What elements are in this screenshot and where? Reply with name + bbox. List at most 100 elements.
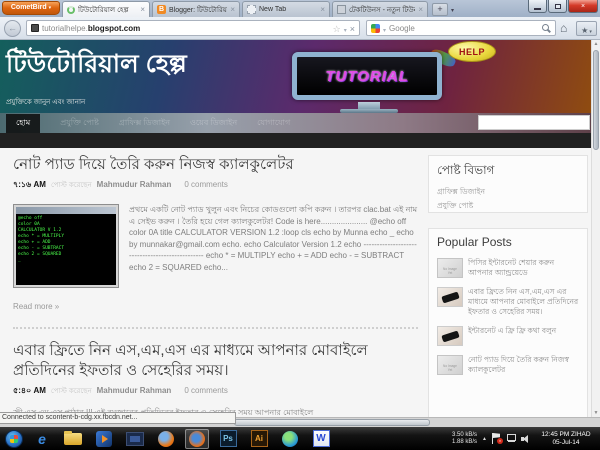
post-title[interactable]: এবার ফ্রিতে নিন এস,এম,এস এর মাধ্যমে আপনা… — [13, 341, 418, 381]
blog-search-input[interactable] — [478, 115, 590, 130]
post-author[interactable]: Mahmudur Rahman — [97, 386, 172, 395]
tab-new-tab[interactable]: New Tab — [242, 1, 330, 17]
tab-title: টিউটোরিয়াল হেল্প — [78, 6, 129, 14]
post-comments-link[interactable]: 0 comments — [184, 180, 228, 189]
nav-item-4[interactable]: যোগাযোগ — [257, 117, 290, 130]
popular-post-item[interactable]: এবার ফ্রিতে নিন এস,এম,এস এর মাধ্যমে আপনা… — [437, 287, 579, 317]
post-time: ৫:৪০ AM — [13, 386, 46, 395]
window-controls: × — [527, 0, 598, 13]
category-link[interactable]: প্রযুক্তি পোষ্ট — [437, 201, 579, 210]
close-button[interactable]: × — [568, 0, 598, 13]
taskbar-file-explorer[interactable] — [61, 429, 85, 449]
posted-by-label: পোস্ট করেছেন — [50, 388, 92, 395]
post-title[interactable]: নোট প্যাড দিয়ে তৈরি করুন নিজস্ব ক্যালকু… — [13, 155, 418, 175]
tab-tutorial-help[interactable]: টিউটোরিয়াল হেল্প — [62, 1, 150, 17]
cometbird-icon — [189, 430, 205, 447]
popular-post-item[interactable]: ইন্টারনেট এ ফ্রি ফ্রি কথা বলুন — [437, 326, 579, 346]
nav-item-3[interactable]: ওয়েব ডিজাইন — [190, 117, 237, 130]
clock-date: 05-Jul-14 — [552, 438, 580, 446]
taskbar-globe-app[interactable] — [278, 429, 302, 449]
stop-icon[interactable] — [350, 19, 355, 37]
blank-page-icon — [247, 5, 256, 14]
site-favicon — [31, 24, 39, 32]
back-button[interactable] — [4, 20, 21, 37]
vertical-scrollbar[interactable] — [591, 40, 600, 418]
tab-close-icon[interactable] — [418, 5, 423, 14]
popular-post-link[interactable]: পিসির ইন্টারনেট শেয়ার করুন আপনার অ্যান্… — [468, 258, 579, 278]
popular-post-item[interactable]: No Image Yet নোট প্যাড দিয়ে তৈরি করুন ন… — [437, 355, 579, 375]
url-text: tutorialhelpe.blogspot.com — [42, 24, 140, 33]
taskbar-firefox[interactable] — [154, 429, 178, 449]
taskbar-media-center[interactable] — [123, 429, 147, 449]
categories-title: পোষ্ট বিভাগ — [437, 163, 495, 177]
popular-post-link[interactable]: এবার ফ্রিতে নিন এস,এম,এস এর মাধ্যমে আপনা… — [468, 287, 579, 317]
page-viewport: টিউটোরিয়াল হেল্প প্রযুক্তিকে জানুন এবং … — [0, 40, 600, 418]
minimize-icon — [534, 7, 541, 10]
chevron-down-icon[interactable] — [344, 19, 347, 37]
taskbar-cometbird-active[interactable] — [185, 428, 209, 449]
folder-icon — [64, 430, 82, 445]
blog-title[interactable]: টিউটোরিয়াল হেল্প — [6, 44, 187, 87]
search-input[interactable]: Google — [366, 20, 556, 36]
start-button[interactable] — [5, 429, 23, 448]
tab-close-icon[interactable] — [320, 5, 325, 14]
minimize-button[interactable] — [528, 0, 547, 13]
blog-menubar: হোম প্রযুক্তি পোষ্ট গ্রাফিক্স ডিজাইন ওয়… — [0, 113, 591, 133]
cometbird-menu-button[interactable]: CometBird ▾ — [2, 1, 60, 15]
taskbar-word[interactable] — [309, 429, 333, 449]
taskbar-media-player[interactable] — [92, 429, 116, 449]
posted-by-label: পোস্ট করেছেন — [50, 182, 92, 189]
action-center-flag-icon[interactable] — [492, 433, 503, 444]
phone-icon — [441, 330, 460, 343]
home-button[interactable] — [560, 21, 567, 35]
url-prefix: tutorialhelpe. — [42, 23, 88, 33]
category-link[interactable]: গ্রাফিক্স ডিজাইন — [437, 187, 579, 196]
nav-item-home[interactable]: হোম — [6, 113, 41, 133]
taskbar-internet-explorer[interactable] — [30, 429, 54, 449]
taskbar-photoshop[interactable] — [216, 429, 240, 449]
network-icon[interactable] — [506, 434, 516, 443]
internet-explorer-icon — [38, 431, 46, 447]
tab-list-chevron-icon[interactable] — [451, 7, 454, 14]
cmd-line: _ — [18, 258, 21, 263]
photoshop-icon — [219, 430, 237, 447]
nav-item-1[interactable]: প্রযুক্তি পোষ্ট — [60, 117, 99, 130]
popular-post-link[interactable]: ইন্টারনেট এ ফ্রি ফ্রি কথা বলুন — [468, 326, 556, 346]
bookmark-star-icon[interactable] — [333, 19, 341, 37]
tab-blogger[interactable]: Blogger: টিউটোরিয়া... — [152, 1, 240, 17]
bookmarks-button[interactable] — [576, 21, 597, 36]
post-author[interactable]: Mahmudur Rahman — [97, 180, 172, 189]
popular-posts-title: Popular Posts — [437, 235, 512, 249]
taskbar-clock[interactable]: 12:45 PM ZIHAD 05-Jul-14 — [535, 431, 597, 447]
read-more-link[interactable]: Read more » — [13, 302, 418, 311]
address-bar[interactable]: tutorialhelpe.blogspot.com — [26, 20, 360, 36]
search-icon[interactable] — [542, 23, 551, 33]
new-tab-button[interactable]: + — [432, 3, 448, 16]
restore-icon — [554, 3, 561, 9]
globe-icon — [282, 430, 298, 447]
phone-thumbnail — [437, 326, 463, 346]
post-thumbnail-cmd-window[interactable]: @echo off color 0A CALCULATOR V 1.2 echo… — [13, 204, 119, 288]
scroll-up-arrow-icon[interactable] — [592, 40, 600, 49]
tab-close-icon[interactable] — [230, 5, 235, 14]
horizontal-scrollbar-thumb[interactable] — [234, 419, 430, 426]
status-bar: Connected to scontent-b-cdg.xx.fbcdn.net… — [0, 412, 236, 424]
google-logo-icon[interactable] — [371, 23, 380, 33]
taskbar-illustrator[interactable] — [247, 429, 271, 449]
nav-item-2[interactable]: গ্রাফিক্স ডিজাইন — [119, 117, 170, 130]
restore-button[interactable] — [548, 0, 567, 13]
popular-post-item[interactable]: No Image Yet পিসির ইন্টারনেট শেয়ার করুন… — [437, 258, 579, 278]
tab-close-icon[interactable] — [140, 5, 145, 14]
blog-header: টিউটোরিয়াল হেল্প প্রযুক্তিকে জানুন এবং … — [0, 40, 591, 113]
post-comments-link[interactable]: 0 comments — [184, 386, 228, 395]
upload-speed: 3.50 kB/s — [452, 431, 478, 438]
vertical-scrollbar-thumb[interactable] — [593, 50, 599, 150]
posts-column: নোট প্যাড দিয়ে তৈরি করুন নিজস্ব ক্যালকু… — [13, 155, 418, 418]
tray-expand-icon[interactable] — [482, 436, 487, 442]
tab-title: টেকটিউনস - নতুন টিউন করুন — [349, 6, 415, 14]
chevron-down-icon[interactable] — [383, 19, 386, 37]
volume-icon[interactable] — [521, 434, 530, 443]
post-excerpt: প্রথমে একটি নোট প্যাড খুলুন এবং নিচের কো… — [129, 205, 418, 272]
popular-post-link[interactable]: নোট প্যাড দিয়ে তৈরি করুন নিজস্ব ক্যালকু… — [468, 355, 579, 375]
tab-techtunes[interactable]: টেকটিউনস - নতুন টিউন করুন — [332, 1, 428, 17]
